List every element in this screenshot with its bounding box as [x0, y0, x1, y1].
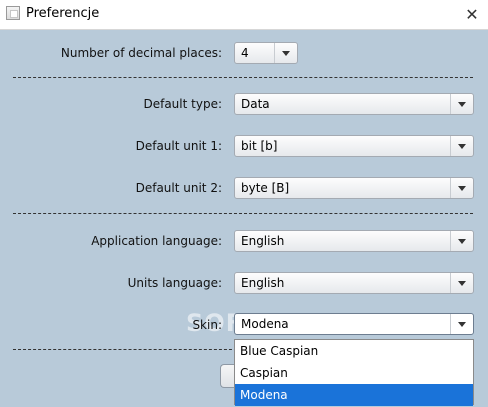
chevron-down-icon[interactable]: [450, 231, 473, 251]
decimal-places-value: 4: [241, 46, 249, 60]
skin-option-caspian[interactable]: Caspian: [235, 362, 473, 384]
default-unit-2-value: byte [B]: [241, 181, 290, 195]
default-unit-1-combo[interactable]: bit [b]: [234, 135, 474, 157]
application-language-value: English: [241, 234, 285, 248]
chevron-down-icon[interactable]: [450, 314, 473, 334]
chevron-down-icon[interactable]: [274, 43, 297, 63]
chevron-down-icon[interactable]: [450, 136, 473, 156]
skin-label: Skin:: [192, 318, 222, 332]
default-unit-1-label: Default unit 1:: [135, 139, 222, 153]
application-language-combo[interactable]: English: [234, 230, 474, 252]
units-language-value: English: [241, 276, 285, 290]
skin-option-modena[interactable]: Modena: [235, 384, 473, 406]
preferences-window: Preferencje ✕ Number of decimal places: …: [0, 0, 488, 407]
close-icon: ✕: [465, 5, 479, 24]
chevron-down-icon[interactable]: [450, 178, 473, 198]
close-button[interactable]: ✕: [456, 0, 488, 29]
units-language-combo[interactable]: English: [234, 272, 474, 294]
default-type-label: Default type:: [143, 97, 222, 111]
title-bar: Preferencje ✕: [0, 0, 488, 30]
separator: [13, 77, 473, 78]
skin-value: Modena: [241, 317, 289, 331]
chevron-down-icon[interactable]: [450, 273, 473, 293]
chevron-down-icon[interactable]: [450, 94, 473, 114]
app-icon: [6, 6, 20, 20]
decimal-places-label: Number of decimal places:: [60, 46, 222, 60]
default-unit-1-value: bit [b]: [241, 139, 278, 153]
default-unit-2-combo[interactable]: byte [B]: [234, 177, 474, 199]
default-unit-2-label: Default unit 2:: [135, 181, 222, 195]
skin-dropdown-list: Blue Caspian Caspian Modena: [234, 339, 474, 406]
application-language-label: Application language:: [91, 234, 222, 248]
decimal-places-combo[interactable]: 4: [234, 42, 298, 64]
units-language-label: Units language:: [127, 276, 222, 290]
separator: [13, 213, 473, 214]
window-title: Preferencje: [26, 6, 100, 21]
skin-option-blue-caspian[interactable]: Blue Caspian: [235, 340, 473, 362]
default-type-combo[interactable]: Data: [234, 93, 474, 115]
skin-combo[interactable]: Modena: [234, 313, 474, 335]
default-type-value: Data: [241, 97, 270, 111]
